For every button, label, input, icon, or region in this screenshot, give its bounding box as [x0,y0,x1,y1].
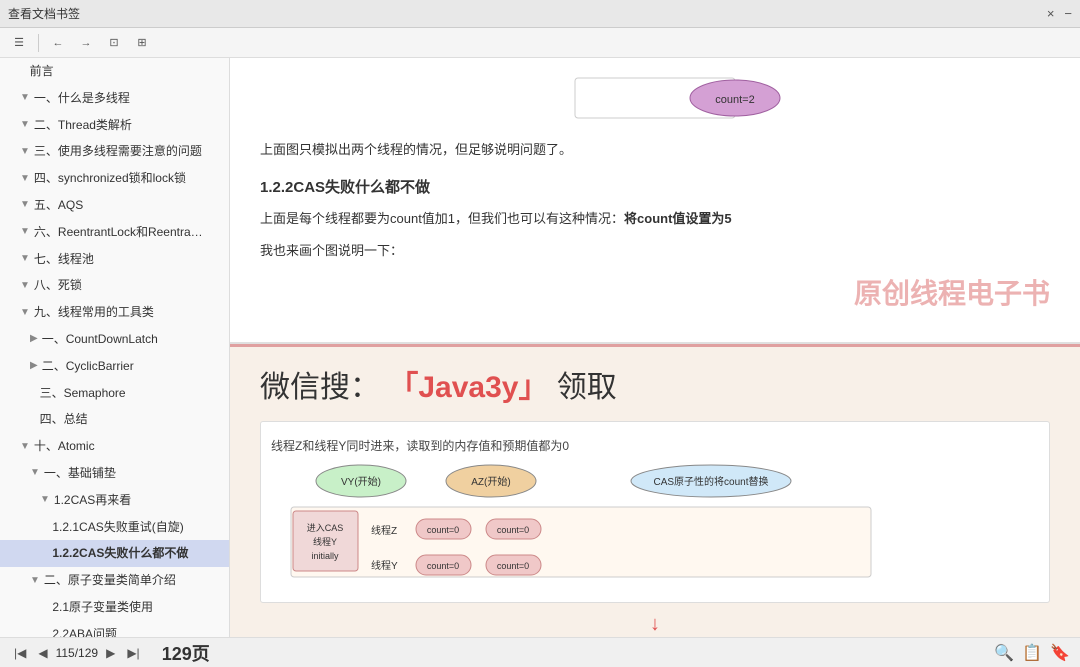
svg-text:count=0: count=0 [497,525,529,535]
sidebar-item-ch10-2-1[interactable]: 2.1原子变量类使用 [0,594,229,621]
sidebar-item-ch10-1-1-1[interactable]: 1.2.1CAS失败重试(自旋) [0,514,229,541]
sidebar-item-ch10-1[interactable]: ▼ 一、基础铺垫 [0,460,229,487]
svg-text:进入CAS: 进入CAS [307,523,344,533]
sidebar-item-ch9[interactable]: ▼ 九、线程常用的工具类 [0,299,229,326]
sidebar-item-ch4[interactable]: ▼ 四、synchronized锁和lock锁 [0,165,229,192]
svg-text:count=0: count=0 [497,561,529,571]
bottom-right-controls: 🔍 📋 🔖 [994,643,1070,663]
sidebar-item-ch10-2[interactable]: ▼ 二、原子变量类简单介绍 [0,567,229,594]
svg-text:count=0: count=0 [427,561,459,571]
last-page-button[interactable]: ▶| [123,644,143,662]
svg-text:AZ(开始): AZ(开始) [471,475,510,488]
main-content: 前言 ▼ 一、什么是多线程 ▼ 二、Thread类解析 ▼ 三、使用多线程需要注… [0,58,1080,637]
menu-button[interactable]: ☰ [8,32,30,54]
top-diagram: count=2 [515,73,795,123]
toggle-icon: ▼ [20,145,30,159]
svg-text:initially: initially [311,551,339,561]
toggle-icon [20,64,26,78]
toggle-icon: ▼ [20,279,30,293]
sidebar-item-ch6[interactable]: ▼ 六、ReentrantLock和ReentrantReadW... [0,219,229,246]
toggle-icon: ▼ [20,225,30,239]
svg-text:线程Y: 线程Y [371,559,398,572]
minimize-icon[interactable]: − [1064,6,1072,21]
para2: 我也来画个图说明一下： [260,239,1050,262]
toggle-icon [30,386,36,400]
diagram-1: 线程Z和线程Y同时进来，读取到的内存值和预期值都为0 VY(开始) AZ(开始)… [260,421,1050,603]
toggle-icon: ▼ [20,306,30,320]
sidebar-item-ch1[interactable]: ▼ 一、什么是多线程 [0,85,229,112]
svg-text:线程Z: 线程Z [371,524,397,537]
toggle-icon: ▶ [30,359,38,373]
top-note: 上面图只模拟出两个线程的情况，但足够说明问题了。 [260,138,1050,161]
section-title: 1.2.2CAS失败什么都不做 [260,176,1050,197]
window-controls: × − [1047,6,1072,21]
forward-button[interactable]: → [75,32,97,54]
sidebar: 前言 ▼ 一、什么是多线程 ▼ 二、Thread类解析 ▼ 三、使用多线程需要注… [0,58,230,637]
sidebar-item-ch8[interactable]: ▼ 八、死锁 [0,272,229,299]
toolbar: ☰ ← → ⊡ ⊞ [0,28,1080,58]
grid-button[interactable]: ⊞ [131,32,153,54]
toggle-icon: ▼ [30,466,40,480]
top-bar: 查看文档书签 × − [0,0,1080,28]
toggle-icon: ▼ [40,493,50,507]
sidebar-item-ch9-1[interactable]: ▶ 一、CountDownLatch [0,326,229,353]
sidebar-item-ch9-4[interactable]: 四、总结 [0,406,229,433]
arrow-down-1: ↓ [260,613,1050,636]
search-icon[interactable]: 🔍 [994,643,1014,663]
toggle-icon [40,520,48,534]
toggle-icon [40,627,48,637]
sidebar-item-ch2[interactable]: ▼ 二、Thread类解析 [0,112,229,139]
diagram1-desc: 线程Z和线程Y同时进来，读取到的内存值和预期值都为0 [271,437,1039,454]
watermark: 原创线程电子书 [260,272,1050,312]
toggle-icon: ▼ [20,252,30,266]
bottom-bar: |◀ ◀ 115/129 ▶ ▶| 129页 🔍 📋 🔖 [0,637,1080,667]
prev-page-button[interactable]: ◀ [34,644,51,662]
sidebar-item-ch10-1-1[interactable]: ▼ 1.2CAS再来看 [0,487,229,514]
toggle-icon [30,413,36,427]
back-button[interactable]: ← [47,32,69,54]
toggle-icon [40,547,48,561]
page-navigation: |◀ ◀ 115/129 ▶ ▶| [10,644,144,662]
toggle-icon: ▶ [30,332,38,346]
toggle-icon: ▼ [20,198,30,212]
wechat-banner: 微信搜： 「Java3y」 领取 线程Z和线程Y同时进来，读取到的内存值和预期值… [230,344,1080,637]
toggle-icon [40,600,48,614]
next-page-button[interactable]: ▶ [102,644,119,662]
sidebar-item-ch5[interactable]: ▼ 五、AQS [0,192,229,219]
page-total-large: 129页 [162,640,210,666]
svg-text:VY(开始): VY(开始) [341,475,381,488]
sidebar-item-ch9-3-semaphore[interactable]: 三、Semaphore [0,380,229,407]
first-page-button[interactable]: |◀ [10,644,30,662]
toggle-icon: ▼ [20,172,30,186]
document-area[interactable]: count=2 上面图只模拟出两个线程的情况，但足够说明问题了。 1.2.2CA… [230,58,1080,637]
svg-text:count=2: count=2 [715,94,754,106]
svg-text:线程Y: 线程Y [313,536,337,547]
clipboard-icon[interactable]: 📋 [1022,643,1042,663]
sidebar-item-ch10-1-1-2[interactable]: 1.2.2CAS失败什么都不做 [0,540,229,567]
bookmark-icon[interactable]: 🔖 [1050,643,1070,663]
sidebar-item-ch3[interactable]: ▼ 三、使用多线程需要注意的问题 [0,138,229,165]
wechat-title: 微信搜： 「Java3y」 领取 [260,362,1050,406]
sidebar-item-ch7[interactable]: ▼ 七、线程池 [0,246,229,273]
sidebar-item-ch10[interactable]: ▼ 十、Atomic [0,433,229,460]
sidebar-item-ch10-2-2[interactable]: 2.2ABA问题 [0,621,229,637]
top-bar-title: 查看文档书签 [8,5,80,22]
svg-text:CAS原子性的将count替换: CAS原子性的将count替换 [653,475,768,488]
diagram1-svg: VY(开始) AZ(开始) CAS原子性的将count替换 进入CAS 线程Y … [271,459,901,589]
svg-text:count=0: count=0 [427,525,459,535]
close-icon[interactable]: × [1047,6,1055,21]
sidebar-item-preface[interactable]: 前言 [0,58,229,85]
para1: 上面是每个线程都要为count值加1，但我们也可以有这种情况：将count值设置… [260,207,1050,230]
page-info: 115/129 [56,646,99,660]
toggle-icon: ▼ [20,440,30,454]
toggle-icon: ▼ [30,574,40,588]
toggle-icon: ▼ [20,91,30,105]
view-button[interactable]: ⊡ [103,32,125,54]
sidebar-item-ch9-2[interactable]: ▶ 二、CyclicBarrier [0,353,229,380]
toggle-icon: ▼ [20,118,30,132]
